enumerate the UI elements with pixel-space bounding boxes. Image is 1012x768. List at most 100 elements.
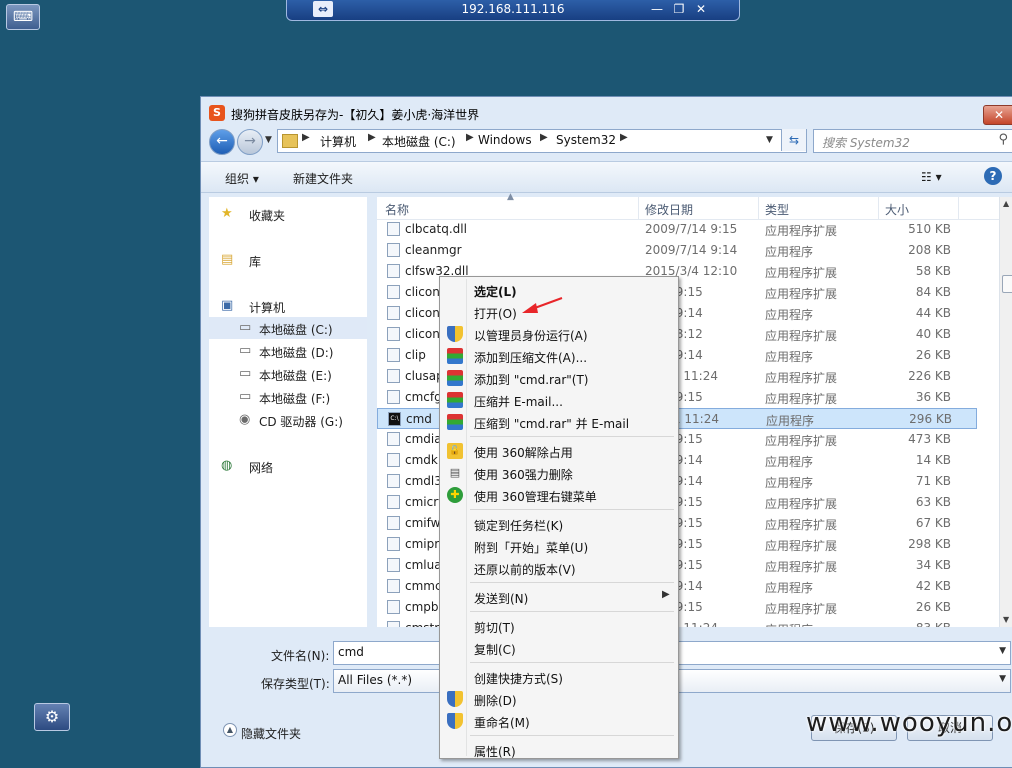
context-menu-item[interactable]: 锁定到任务栏(K) — [442, 513, 676, 535]
chevron-down-icon[interactable]: ▼ — [999, 674, 1006, 684]
dll-file-icon — [387, 390, 400, 404]
search-icon[interactable]: ⚲ — [998, 132, 1008, 147]
chevron-right-icon[interactable]: ▶ — [540, 132, 548, 143]
context-menu-item[interactable]: 选定(L) — [442, 279, 676, 301]
context-menu-item[interactable]: 重命名(M) — [442, 710, 676, 732]
application-file-icon — [387, 579, 400, 593]
context-menu-item[interactable]: 🔓 使用 360解除占用 — [442, 440, 676, 462]
nav-item[interactable]: ▭ 本地磁盘 (C:) — [209, 317, 367, 339]
menu-item-label: 删除(D) — [474, 694, 517, 708]
nav-item[interactable]: ▭ 本地磁盘 (D:) — [209, 340, 367, 362]
chevron-right-icon[interactable]: ▶ — [302, 132, 310, 143]
file-size: 83 KB — [877, 621, 951, 627]
chevron-right-icon[interactable]: ▶ — [368, 132, 376, 143]
dll-file-icon — [387, 600, 400, 614]
context-menu-item[interactable]: 剪切(T) — [442, 615, 676, 637]
context-menu-item[interactable]: 创建快捷方式(S) — [442, 666, 676, 688]
nav-item[interactable]: ▣ 计算机 — [209, 295, 367, 317]
file-type: 应用程序扩展 — [765, 287, 838, 301]
search-input[interactable]: 搜索 System32 — [822, 134, 910, 151]
winrar-icon — [447, 392, 463, 408]
organize-menu[interactable]: 组织 ▾ — [225, 170, 259, 187]
recent-pages-dropdown-icon[interactable]: ▼ — [265, 135, 272, 145]
menu-item-label: 添加到 "cmd.rar"(T) — [474, 373, 589, 387]
context-menu-item[interactable]: 压缩到 "cmd.rar" 并 E-mail — [442, 411, 676, 433]
new-folder-button[interactable]: 新建文件夹 — [293, 170, 353, 187]
nav-item[interactable]: ◍ 网络 — [209, 455, 367, 477]
breadcrumb-windows[interactable]: Windows — [478, 133, 532, 147]
column-header-type[interactable]: 类型 — [765, 201, 789, 218]
file-type: 应用程序扩展 — [765, 539, 838, 553]
refresh-button[interactable]: ⇆ — [781, 129, 806, 151]
scroll-down-icon[interactable]: ▼ — [1003, 615, 1009, 624]
file-size: 36 KB — [915, 390, 951, 404]
nav-item-label: 库 — [249, 255, 262, 269]
scrollbar-thumb[interactable] — [1002, 275, 1012, 293]
remote-control-icon[interactable]: ⚙ — [34, 703, 70, 731]
application-file-icon — [387, 621, 400, 627]
drive-icon: ▭ — [239, 366, 252, 381]
context-menu-item[interactable]: 附到「开始」菜单(U) — [442, 535, 676, 557]
file-type: 应用程序 — [766, 414, 815, 428]
back-button[interactable]: ← — [209, 129, 235, 155]
context-menu-item[interactable]: 属性(R) — [442, 739, 676, 761]
hide-folders-toggle[interactable]: 隐藏文件夹 — [241, 725, 301, 742]
forward-button[interactable]: → — [237, 129, 263, 155]
help-icon[interactable]: ? — [984, 167, 1002, 185]
close-icon[interactable]: ✕ — [693, 1, 709, 17]
uac-shield-icon — [447, 326, 463, 342]
menu-item-label: 复制(C) — [474, 643, 516, 657]
search-box[interactable]: 搜索 System32 ⚲ — [813, 129, 1012, 153]
nav-item[interactable]: ★ 收藏夹 — [209, 203, 367, 225]
file-row[interactable]: cleanmgr 2009/7/14 9:14 应用程序 208 KB — [377, 240, 977, 261]
context-menu-item[interactable]: 以管理员身份运行(A) — [442, 323, 676, 345]
file-type: 应用程序扩展 — [765, 371, 838, 385]
nav-item[interactable]: ◉ CD 驱动器 (G:) — [209, 409, 367, 431]
keyboard-icon[interactable]: ⌨ — [6, 4, 40, 30]
context-menu-item[interactable]: ✚ 使用 360管理右键菜单 — [442, 484, 676, 506]
breadcrumb-system32[interactable]: System32 — [556, 133, 616, 147]
file-size: 296 KB — [909, 412, 952, 426]
drive-icon: ▭ — [239, 343, 252, 358]
restore-icon[interactable]: ❐ — [671, 1, 687, 17]
nav-item[interactable]: ▭ 本地磁盘 (F:) — [209, 386, 367, 408]
column-header-name[interactable]: 名称 — [385, 201, 409, 218]
context-menu-item[interactable]: 添加到压缩文件(A)... — [442, 345, 676, 367]
file-row[interactable]: clbcatq.dll 2009/7/14 9:15 应用程序扩展 510 KB — [377, 219, 977, 240]
context-menu-item[interactable]: 还原以前的版本(V) — [442, 557, 676, 579]
context-menu-item[interactable]: 压缩并 E-mail... — [442, 389, 676, 411]
file-type: 应用程序 — [765, 245, 814, 259]
breadcrumb-drive-c[interactable]: 本地磁盘 (C:) — [382, 133, 456, 150]
context-menu-item[interactable]: 打开(O) — [442, 301, 676, 323]
chevron-right-icon[interactable]: ▶ — [466, 132, 474, 143]
file-type: 应用程序 — [765, 308, 814, 322]
nav-item[interactable]: ▤ 库 — [209, 249, 367, 271]
context-menu-item[interactable]: 发送到(N) ▶ — [442, 586, 676, 608]
scroll-up-icon[interactable]: ▲ — [1003, 199, 1009, 208]
dll-file-icon — [387, 516, 400, 530]
context-menu-item[interactable]: 添加到 "cmd.rar"(T) — [442, 367, 676, 389]
context-menu-item[interactable]: 删除(D) — [442, 688, 676, 710]
context-menu-item[interactable]: ▤ 使用 360强力删除 — [442, 462, 676, 484]
collapse-icon[interactable]: ▲ — [223, 723, 237, 737]
nav-item[interactable]: ▭ 本地磁盘 (E:) — [209, 363, 367, 385]
address-bar[interactable]: ▶ 计算机 ▶ 本地磁盘 (C:) ▶ Windows ▶ System32 ▶… — [277, 129, 807, 153]
column-header-size[interactable]: 大小 — [885, 201, 909, 218]
column-header-date[interactable]: 修改日期 — [645, 201, 693, 218]
sort-ascending-icon: ▲ — [507, 192, 514, 202]
drive-icon: ▭ — [239, 320, 252, 335]
breadcrumb-computer[interactable]: 计算机 — [320, 133, 356, 150]
dll-file-icon — [387, 264, 400, 278]
chevron-right-icon[interactable]: ▶ — [620, 132, 628, 143]
minimize-icon[interactable]: — — [649, 1, 665, 17]
view-options-icon[interactable]: ☷ ▾ — [921, 170, 942, 184]
nav-item-label: 本地磁盘 (D:) — [259, 346, 334, 360]
chevron-down-icon[interactable]: ▼ — [999, 646, 1006, 656]
file-size: 14 KB — [915, 453, 951, 467]
context-menu-item[interactable]: 复制(C) — [442, 637, 676, 659]
winrar-icon — [447, 414, 463, 430]
close-button[interactable]: ✕ — [983, 105, 1012, 125]
360-shred-icon: ▤ — [449, 466, 461, 479]
vertical-scrollbar[interactable]: ▲ ▼ — [999, 197, 1012, 627]
address-dropdown-icon[interactable]: ▼ — [766, 135, 773, 145]
